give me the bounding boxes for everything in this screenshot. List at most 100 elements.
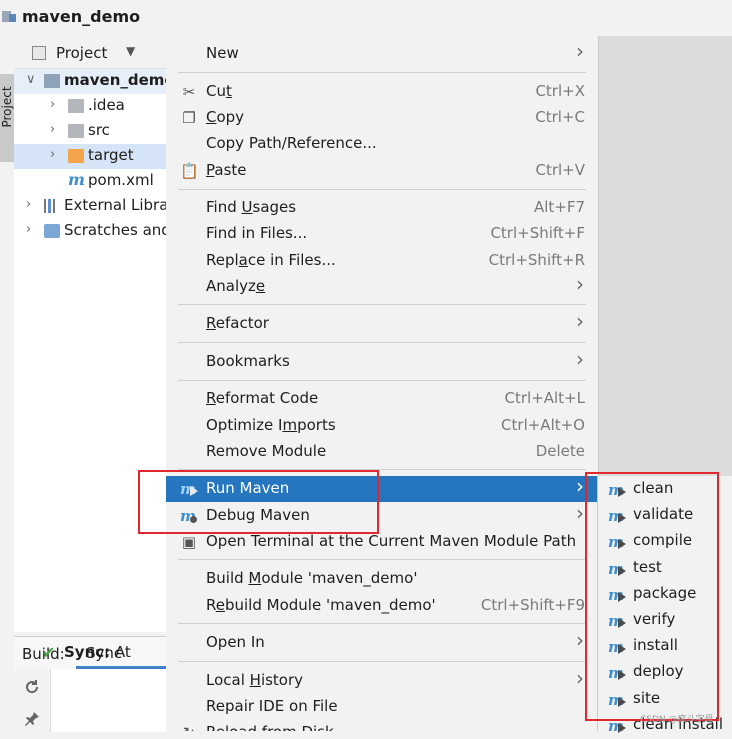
maven-goal-clean[interactable]: m clean: [598, 477, 732, 503]
menu-item-copy[interactable]: ❐ Copy Ctrl+C: [166, 105, 598, 131]
folder-icon: [44, 74, 60, 88]
maven-goal-validate[interactable]: m validate: [598, 503, 732, 529]
expand-arrow-icon[interactable]: ›: [26, 197, 31, 212]
menu-item-label: Run Maven: [206, 479, 290, 497]
menu-item-repair-ide-on-file[interactable]: Repair IDE on File: [166, 694, 598, 720]
menu-item-new[interactable]: New ›: [166, 39, 598, 67]
tree-node-label: target: [88, 146, 134, 164]
tree-node[interactable]: › Scratches and: [14, 219, 171, 244]
play-glyph: [190, 486, 198, 496]
menu-item-label: Replace in Files...: [206, 251, 336, 269]
expand-arrow-icon[interactable]: ›: [50, 147, 55, 162]
play-glyph: [618, 722, 626, 733]
expand-arrow-icon[interactable]: ›: [50, 122, 55, 137]
maven-run-icon: m: [608, 691, 626, 709]
menu-item-label: Repair IDE on File: [206, 697, 338, 715]
maven-goal-label: site: [633, 688, 661, 707]
editor-area: [598, 36, 732, 476]
project-view-label: Project: [56, 44, 108, 62]
menu-item-optimize-imports[interactable]: Optimize Imports Ctrl+Alt+O: [166, 413, 598, 439]
project-panel-header[interactable]: Project ▼: [14, 36, 166, 69]
paste-icon: 📋: [180, 162, 199, 180]
menu-item-label: Copy Path/Reference...: [206, 134, 377, 152]
menu-item-label: Local History: [206, 671, 304, 689]
chevron-down-icon[interactable]: ▼: [126, 44, 135, 58]
menu-item-replace-in-files[interactable]: Replace in Files... Ctrl+Shift+R: [166, 248, 598, 274]
mnemonic-char: H: [249, 671, 261, 689]
menu-item-analyze[interactable]: Analyze ›: [166, 272, 598, 300]
menu-item-label: Find Usages: [206, 198, 297, 216]
menu-item-reformat-code[interactable]: Reformat Code Ctrl+Alt+L: [166, 386, 598, 412]
maven-goal-package[interactable]: m package: [598, 582, 732, 608]
menu-item-label: Paste: [206, 161, 247, 179]
project-icon: [2, 11, 16, 22]
refresh-icon[interactable]: [24, 679, 40, 695]
maven-goal-label: clean: [633, 479, 674, 497]
tree-node[interactable]: › target: [14, 144, 166, 169]
play-glyph: [618, 696, 626, 707]
menu-item-label: Open Terminal at the Current Maven Modul…: [206, 532, 577, 550]
play-glyph: [618, 618, 626, 628]
menu-item-find-usages[interactable]: Find Usages Alt+F7: [166, 195, 598, 221]
maven-goal-label: test: [633, 557, 662, 576]
expand-arrow-icon[interactable]: ∨: [26, 72, 36, 87]
maven-goal-deploy[interactable]: m deploy: [598, 660, 732, 686]
play-glyph: [618, 487, 626, 497]
maven-goal-compile[interactable]: m compile: [598, 529, 732, 555]
copy-icon: ❐: [182, 109, 196, 127]
menu-item-label: Open In: [206, 633, 265, 651]
tree-node[interactable]: › External Libra: [14, 194, 168, 219]
menu-item-build-module-maven-demo[interactable]: Build Module 'maven_demo': [166, 566, 598, 592]
mnemonic-char: m: [282, 416, 298, 434]
menu-item-shortcut: Ctrl+Shift+F9: [480, 596, 585, 614]
menu-item-run-maven[interactable]: m Run Maven ›: [166, 474, 598, 502]
chevron-right-icon: ›: [576, 501, 584, 525]
maven-run-icon: m: [608, 507, 626, 525]
tree-node-label: pom.xml: [88, 171, 154, 189]
menu-item-open-terminal-at-the-current-maven-module-path[interactable]: ▣ Open Terminal at the Current Maven Modu…: [166, 529, 598, 555]
menu-item-local-history[interactable]: Local History ›: [166, 666, 598, 694]
menu-item-find-in-files[interactable]: Find in Files... Ctrl+Shift+F: [166, 221, 598, 247]
tree-node[interactable]: › src: [14, 119, 166, 144]
menu-item-cut[interactable]: ✂ Cut Ctrl+X: [166, 79, 598, 105]
tree-node[interactable]: ∨ maven_demo: [14, 69, 175, 94]
project-tool-tab-label: Project: [0, 86, 14, 128]
play-glyph: [618, 539, 626, 550]
project-view-icon: [32, 46, 46, 60]
scissors-icon: ✂: [182, 83, 196, 101]
menu-item-copy-path-reference[interactable]: Copy Path/Reference...: [166, 131, 598, 157]
chevron-right-icon: ›: [576, 628, 584, 652]
menu-item-label: Rebuild Module 'maven_demo': [206, 596, 436, 614]
maven-goal-site[interactable]: m site: [598, 687, 732, 713]
maven-goal-install[interactable]: m install: [598, 634, 732, 660]
play-glyph: [618, 565, 626, 576]
maven-run-icon: m: [608, 586, 626, 604]
menu-item-rebuild-module-maven-demo[interactable]: Rebuild Module 'maven_demo' Ctrl+Shift+F9: [166, 593, 598, 619]
menu-item-reload-from-disk[interactable]: ↻ Reload from Disk: [166, 720, 598, 731]
expand-arrow-icon[interactable]: ›: [26, 222, 31, 237]
menu-item-debug-maven[interactable]: m Debug Maven ›: [166, 501, 598, 529]
menu-item-bookmarks[interactable]: Bookmarks ›: [166, 347, 598, 375]
play-glyph: [618, 644, 626, 655]
menu-item-paste[interactable]: 📋 Paste Ctrl+V: [166, 158, 598, 184]
maven-goal-test[interactable]: m test: [598, 556, 732, 582]
menu-item-label: Reformat Code: [206, 389, 319, 407]
menu-item-shortcut: Alt+F7: [533, 198, 585, 216]
mnemonic-char: t: [225, 82, 232, 100]
play-glyph: [618, 513, 626, 524]
menu-separator: [178, 380, 586, 381]
maven-goal-verify[interactable]: m verify: [598, 608, 732, 634]
maven-run-icon: m: [608, 481, 626, 499]
tree-node[interactable]: › .idea: [14, 94, 166, 119]
menu-item-label: Debug Maven: [206, 506, 310, 524]
menu-item-open-in[interactable]: Open In ›: [166, 628, 598, 656]
pin-icon[interactable]: [24, 711, 40, 727]
menu-item-refactor[interactable]: Refactor ›: [166, 309, 598, 337]
menu-item-remove-module[interactable]: Remove Module Delete: [166, 439, 598, 465]
expand-arrow-icon[interactable]: ›: [50, 97, 55, 112]
tree-node[interactable]: m pom.xml: [14, 169, 166, 194]
maven-pom-icon: m: [68, 170, 85, 189]
maven-goal-label: deploy: [633, 662, 684, 681]
maven-goal-label: verify: [633, 610, 676, 628]
mnemonic-char: R: [206, 314, 216, 332]
